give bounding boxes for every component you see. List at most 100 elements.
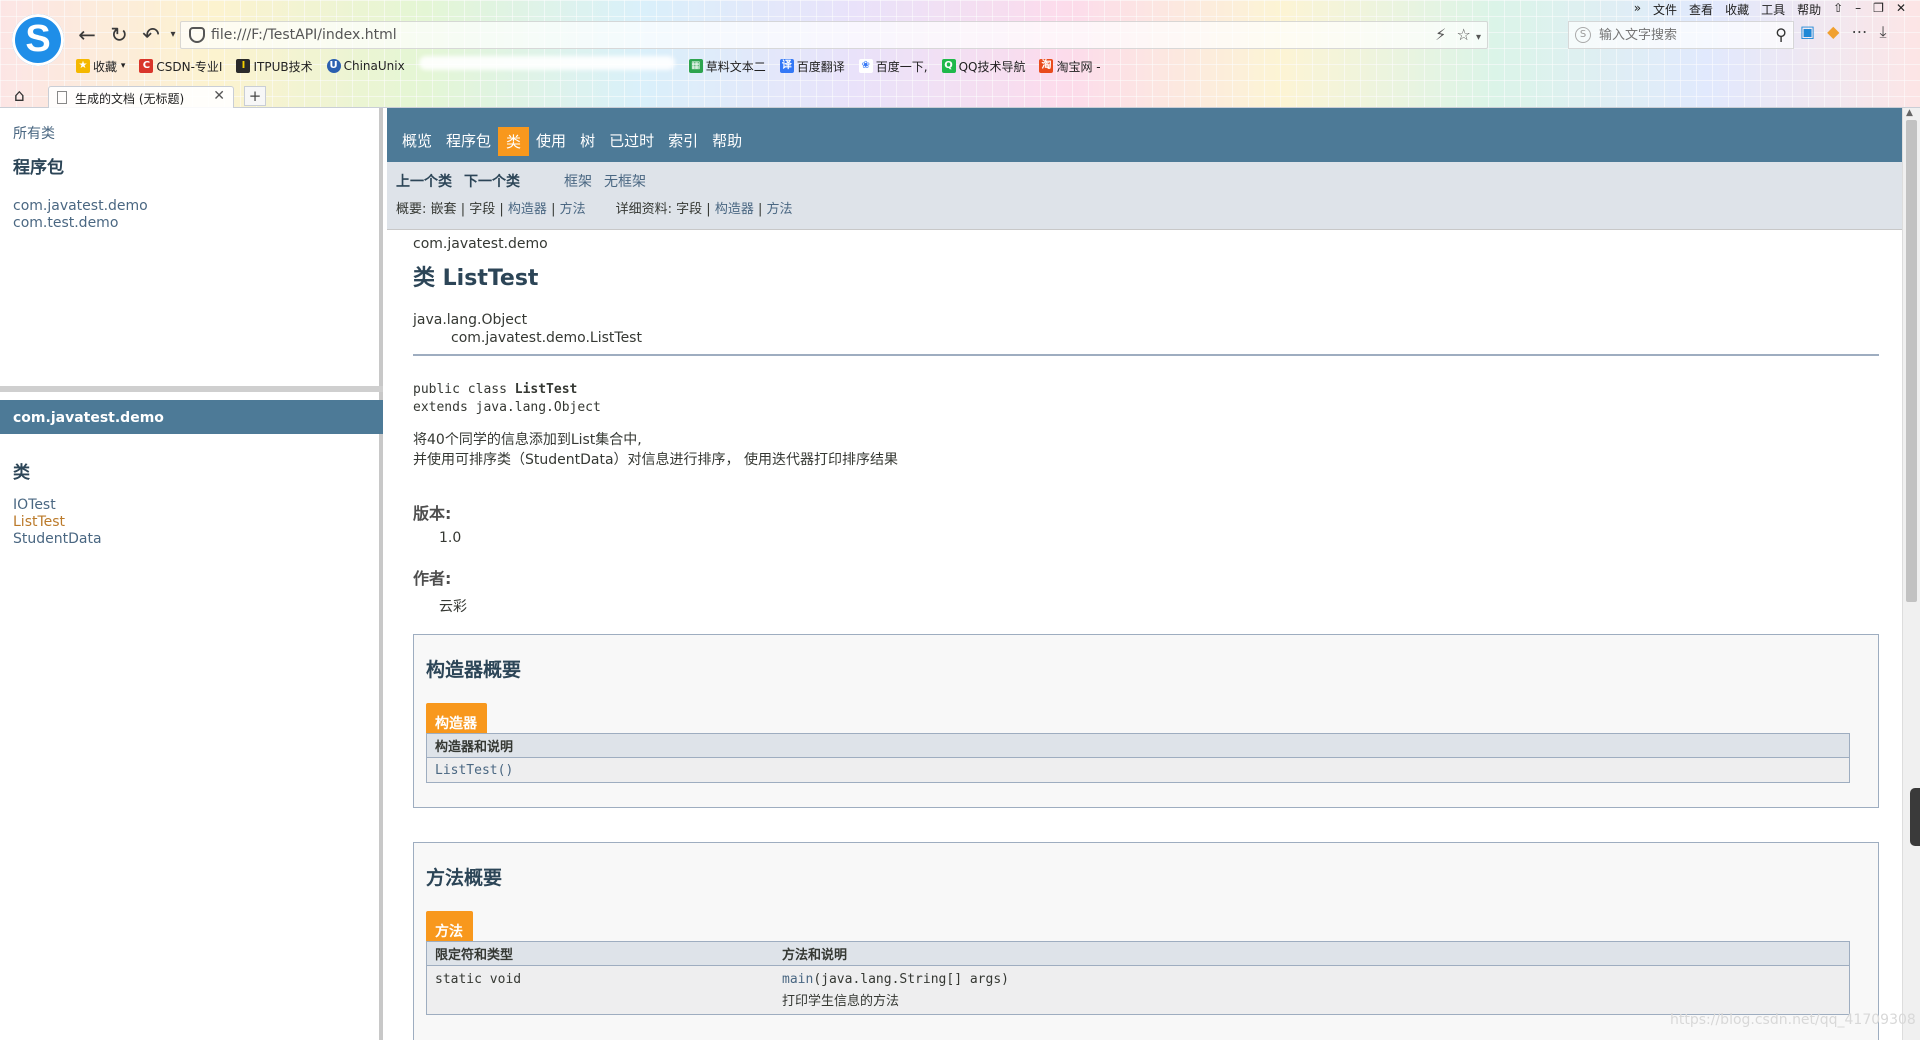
favorite-star-icon[interactable]: ☆ (1457, 25, 1471, 44)
bookmark-label: ITPUB技术 (253, 59, 313, 74)
qrcode-icon: ▦ (688, 59, 703, 73)
bookmark-baidu[interactable]: ❀ 百度一下, (858, 56, 928, 76)
package-link[interactable]: com.javatest.demo (13, 198, 148, 215)
nav-package[interactable]: 程序包 (439, 127, 498, 156)
detail-label: 详细资料: (615, 202, 672, 217)
inheritance-parent: java.lang.Object (413, 312, 528, 328)
class-frame: 概览 程序包 类 使用 树 已过时 索引 帮助 上一个类 下一个类 框架 无框架… (387, 108, 1902, 1040)
scrollbar-thumb[interactable] (1906, 120, 1917, 602)
tab-strip: ⌂ 生成的文档 (无标题) ✕ + (0, 84, 1920, 108)
menu-view[interactable]: 查看 (1683, 0, 1719, 19)
bookmark-chinaunix[interactable]: U ChinaUnix (326, 56, 405, 76)
chevron-down-icon: ▾ (120, 61, 126, 71)
more-icon[interactable]: ⋯ (1851, 22, 1867, 42)
package-bar[interactable]: com.javatest.demo (0, 400, 383, 434)
flash-icon[interactable]: ⚡ (1435, 25, 1446, 44)
translate-icon[interactable]: ▣ (1800, 22, 1815, 42)
detail-constructor-link[interactable]: 构造器 (715, 202, 754, 217)
address-dropdown-icon[interactable]: ▾ (1476, 32, 1481, 43)
bookmark-label: ChinaUnix (343, 59, 405, 73)
method-description: 打印学生信息的方法 (782, 994, 900, 1009)
nav-use[interactable]: 使用 (529, 127, 573, 156)
table-row: ListTest() (427, 758, 1849, 782)
menu-favorites[interactable]: 收藏 (1719, 0, 1755, 19)
summary-method-link[interactable]: 方法 (560, 202, 586, 217)
menu-more[interactable]: » (1628, 0, 1647, 19)
nav-index[interactable]: 索引 (661, 127, 705, 156)
skin-icon[interactable]: ⇧ (1827, 0, 1849, 19)
bookmark-qq-nav[interactable]: Q QQ技术导航 (941, 56, 1026, 76)
search-input[interactable] (1599, 26, 1749, 44)
top-nav-bar: 概览 程序包 类 使用 树 已过时 索引 帮助 (387, 108, 1902, 162)
menu-tools[interactable]: 工具 (1755, 0, 1791, 19)
nav-help[interactable]: 帮助 (705, 127, 749, 156)
table-row: static void main(java.lang.String[] args… (427, 966, 1849, 1014)
address-url[interactable]: file:///F:/TestAPI/index.html (211, 27, 397, 43)
menu-file[interactable]: 文件 (1647, 0, 1683, 19)
document-icon (57, 91, 67, 104)
close-window-icon[interactable]: ✕ (1890, 0, 1912, 19)
scroll-up-icon[interactable]: ▲ (1906, 108, 1913, 118)
author-label: 作者: (413, 569, 452, 588)
class-list-frame: com.javatest.demo 类 IOTest ListTest Stud… (0, 392, 383, 1040)
restore-icon[interactable]: ❐ (1867, 0, 1890, 19)
bookmark-baidu-translate[interactable]: 译百度翻译 (779, 56, 845, 76)
bookmark-csdn[interactable]: C CSDN-专业I (139, 56, 222, 76)
column-header: 构造器和说明 (435, 740, 514, 755)
constructor-summary: 构造器概要 构造器 构造器和说明 ListTest() (413, 634, 1879, 808)
search-box[interactable]: S ⚲ (1568, 21, 1794, 49)
no-frames-link[interactable]: 无框架 (604, 171, 646, 191)
refresh-icon[interactable]: ↻ (106, 22, 132, 48)
class-link[interactable]: StudentData (13, 531, 102, 548)
bookmark-caoliao[interactable]: ▦ 草料文本二 (688, 56, 766, 76)
constructor-table: 构造器和说明 ListTest() (426, 733, 1850, 783)
class-link[interactable]: IOTest (13, 497, 102, 514)
minimize-icon[interactable]: – (1849, 0, 1867, 19)
nav-tree[interactable]: 树 (573, 127, 602, 156)
summary-constructor-link[interactable]: 构造器 (508, 202, 547, 217)
method-link[interactable]: main (782, 972, 813, 987)
method-cell: main(java.lang.String[] args) 打印学生信息的方法 (782, 972, 1009, 1014)
home-icon[interactable]: ⌂ (14, 86, 25, 106)
nav-overview[interactable]: 概览 (395, 127, 439, 156)
side-panel-handle[interactable] (1910, 788, 1920, 846)
search-engine-icon[interactable]: S (1575, 27, 1591, 43)
detail-links: 详细资料: 字段 | 构造器 | 方法 (616, 198, 793, 217)
frames-link[interactable]: 框架 (564, 171, 592, 191)
download-icon[interactable]: ⤓ (1879, 22, 1886, 42)
bookmark-label: 草料文本二 (705, 59, 766, 74)
next-class-link[interactable]: 下一个类 (464, 171, 520, 191)
search-icon[interactable]: ⚲ (1775, 25, 1787, 44)
package-link[interactable]: com.test.demo (13, 215, 148, 232)
bookmark-label: QQ技术导航 (958, 59, 1026, 74)
tab-title: 生成的文档 (无标题) (75, 92, 185, 106)
all-classes-link[interactable]: 所有类 (13, 123, 55, 143)
method-params: (java.lang.String[] args) (813, 972, 1009, 987)
class-link-active[interactable]: ListTest (13, 514, 102, 531)
close-tab-icon[interactable]: ✕ (213, 88, 225, 104)
watermark: https://blog.csdn.net/qq_41709308 (1670, 1012, 1916, 1028)
inheritance-child: com.javatest.demo.ListTest (451, 330, 642, 346)
new-tab-button[interactable]: + (244, 86, 266, 106)
detail-field-text: 字段 (676, 202, 703, 217)
left-frames: 所有类 程序包 com.javatest.demo com.test.demo … (0, 108, 383, 1040)
constructor-link[interactable]: ListTest() (427, 763, 513, 778)
tab-current[interactable]: 生成的文档 (无标题) ✕ (48, 86, 234, 108)
address-bar[interactable]: file:///F:/TestAPI/index.html ⚡ ☆ ▾ (180, 21, 1488, 49)
bookmark-taobao[interactable]: 淘淘宝网 - (1039, 56, 1101, 76)
back-icon[interactable]: ← (74, 22, 100, 48)
bookmark-favorites[interactable]: ★ 收藏 ▾ (76, 56, 125, 76)
separator: | (706, 202, 711, 217)
right-toolbar: ▣ ◆ ⋯ ⤓ (1800, 22, 1887, 42)
package-list-frame: 所有类 程序包 com.javatest.demo com.test.demo (0, 108, 383, 386)
column-header: 限定符和类型 (435, 948, 514, 963)
vertical-scrollbar[interactable]: ▲ (1902, 108, 1920, 1040)
version-label: 版本: (413, 504, 452, 523)
browser-logo[interactable] (12, 14, 64, 66)
menu-help[interactable]: 帮助 (1791, 0, 1827, 19)
bookmark-itpub[interactable]: I ITPUB技术 (236, 56, 313, 76)
extension-icon[interactable]: ◆ (1827, 22, 1839, 42)
detail-method-link[interactable]: 方法 (767, 202, 793, 217)
prev-class-link[interactable]: 上一个类 (396, 171, 452, 191)
nav-deprecated[interactable]: 已过时 (602, 127, 661, 156)
